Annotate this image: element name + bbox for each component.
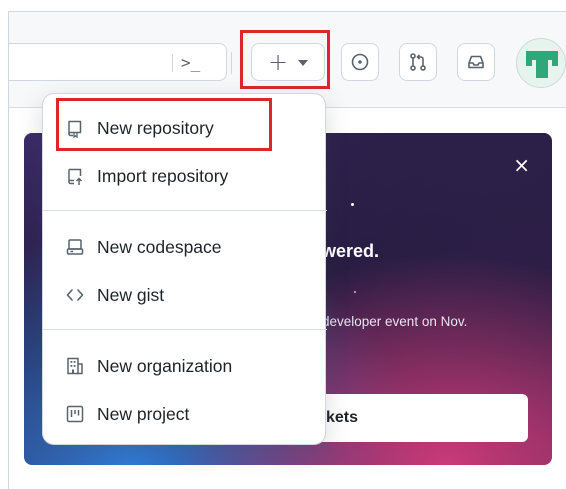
repo-push-icon bbox=[68, 168, 83, 185]
organization-icon bbox=[67, 357, 83, 375]
menu-item-label: New project bbox=[97, 403, 190, 424]
banner-decoration-dot bbox=[354, 291, 356, 293]
user-avatar[interactable] bbox=[516, 38, 566, 88]
menu-item-label: New organization bbox=[97, 355, 233, 376]
menu-item-label: Import repository bbox=[97, 165, 229, 186]
banner-heading: wered. bbox=[322, 241, 380, 261]
menu-item-label: New gist bbox=[97, 284, 165, 305]
menu-item-new-codespace[interactable]: New codespace bbox=[43, 227, 327, 267]
codespaces-icon bbox=[66, 239, 84, 255]
issue-opened-icon bbox=[351, 53, 369, 71]
banner-tickets-button[interactable]: kets bbox=[316, 394, 528, 442]
menu-divider bbox=[43, 329, 327, 330]
identicon-avatar bbox=[526, 51, 558, 78]
banner-decoration-dot bbox=[351, 203, 354, 206]
menu-divider bbox=[43, 210, 327, 211]
create-button-highlight bbox=[240, 30, 330, 89]
header-separator bbox=[231, 52, 232, 74]
menu-item-new-project[interactable]: New project bbox=[43, 394, 327, 434]
menu-item-new-organization[interactable]: New organization bbox=[43, 346, 327, 386]
close-icon[interactable]: × bbox=[513, 155, 530, 175]
pull-requests-button[interactable] bbox=[399, 43, 437, 81]
project-icon bbox=[66, 405, 84, 423]
search-input[interactable]: >_ bbox=[9, 43, 227, 81]
menu-item-label: New codespace bbox=[97, 236, 222, 257]
command-palette-icon[interactable]: >_ bbox=[181, 52, 211, 74]
search-divider bbox=[172, 54, 173, 72]
inbox-button[interactable] bbox=[457, 43, 495, 81]
new-repository-highlight bbox=[56, 98, 272, 151]
banner-description: developer event on Nov. bbox=[322, 314, 468, 329]
menu-item-import-repository[interactable]: Import repository bbox=[43, 156, 327, 196]
inbox-icon bbox=[468, 55, 484, 69]
issues-button[interactable] bbox=[341, 43, 379, 81]
code-icon bbox=[66, 289, 84, 301]
menu-item-new-gist[interactable]: New gist bbox=[43, 275, 327, 315]
git-pull-request-icon bbox=[410, 53, 426, 71]
